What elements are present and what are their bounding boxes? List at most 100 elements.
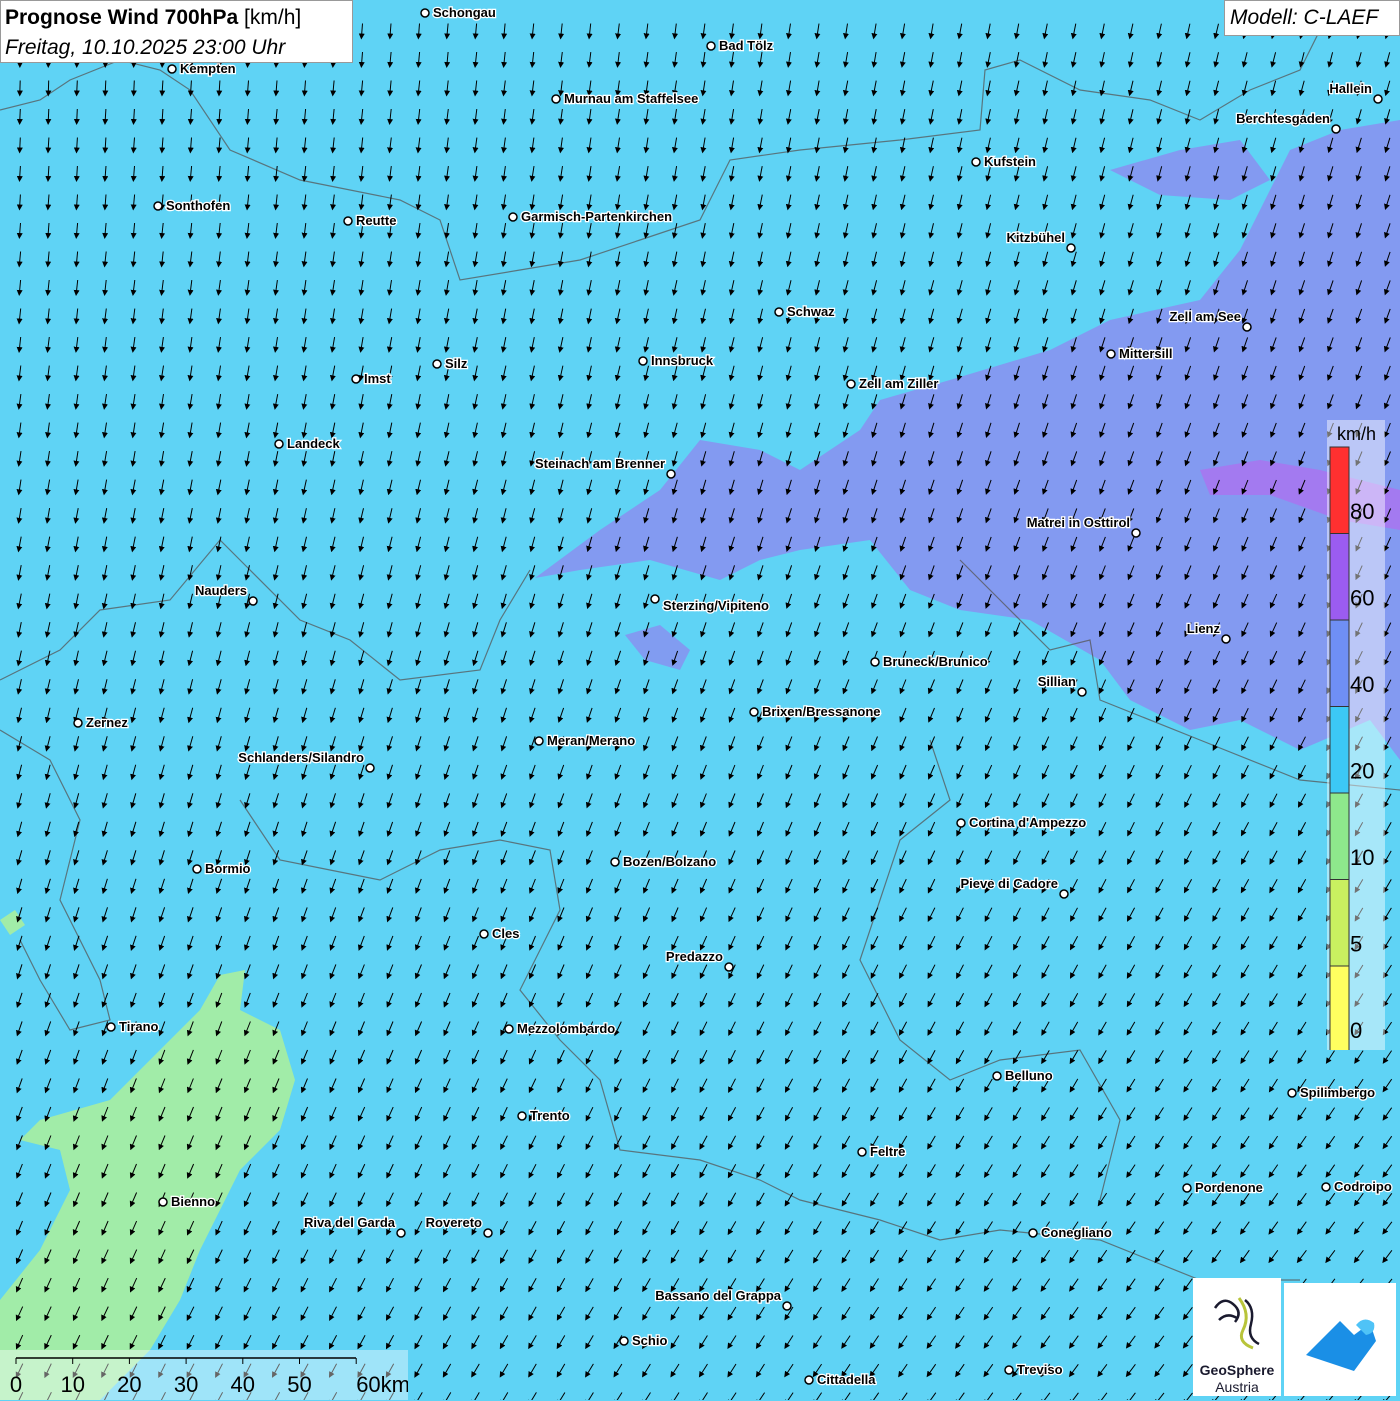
- title-box: Prognose Wind 700hPa [km/h] Freitag, 10.…: [0, 0, 353, 63]
- legend-label: 10: [1350, 845, 1374, 870]
- app-logo: [1284, 1283, 1396, 1396]
- city-marker: Bozen/Bolzano: [611, 854, 716, 869]
- legend-swatch: [1330, 966, 1349, 1050]
- city-label: Murnau am Staffelsee: [564, 91, 698, 106]
- city-label: Reutte: [356, 213, 396, 228]
- city-label: Feltre: [870, 1144, 905, 1159]
- scale-label: 40: [231, 1372, 255, 1397]
- legend-swatch: [1330, 793, 1349, 880]
- city-dot: [433, 360, 441, 368]
- geosphere-logo: GeoSphere Austria: [1193, 1278, 1281, 1396]
- city-dot: [107, 1023, 115, 1031]
- city-label: Schongau: [433, 5, 496, 20]
- city-label: Sillian: [1038, 674, 1076, 689]
- city-label: Bruneck/Brunico: [883, 654, 988, 669]
- city-label: Tirano: [119, 1019, 159, 1034]
- city-label: Zernez: [86, 715, 128, 730]
- city-dot: [535, 737, 543, 745]
- city-marker: Murnau am Staffelsee: [552, 91, 698, 106]
- city-label: Innsbruck: [651, 353, 714, 368]
- city-label: Cittadella: [817, 1372, 876, 1387]
- city-label: Cortina d'Ampezzo: [969, 815, 1086, 830]
- city-marker: Schongau: [421, 5, 496, 20]
- city-marker: Sonthofen: [154, 198, 230, 213]
- city-label: Belluno: [1005, 1068, 1053, 1083]
- city-dot: [352, 375, 360, 383]
- legend-swatch: [1330, 447, 1349, 534]
- city-dot: [154, 202, 162, 210]
- city-dot: [858, 1148, 866, 1156]
- city-dot: [275, 440, 283, 448]
- city-label: Mezzolombardo: [517, 1021, 615, 1036]
- wind-arrow: [20, 138, 21, 151]
- city-dot: [505, 1025, 513, 1033]
- wind-arrow: [77, 109, 78, 122]
- city-marker: Zell am Ziller: [847, 376, 938, 391]
- city-dot: [651, 595, 659, 603]
- wind-arrow: [77, 81, 78, 94]
- city-dot: [74, 719, 82, 727]
- app-logo-icon: [1284, 1283, 1396, 1396]
- city-label: Imst: [364, 371, 391, 386]
- city-dot: [611, 858, 619, 866]
- city-dot: [484, 1229, 492, 1237]
- legend-label: 20: [1350, 759, 1374, 784]
- city-dot: [159, 1198, 167, 1206]
- city-marker: Innsbruck: [639, 353, 714, 368]
- logo-line2: Austria: [1193, 1379, 1281, 1395]
- city-label: Kufstein: [984, 154, 1036, 169]
- city-label: Matrei in Osttirol: [1027, 515, 1130, 530]
- city-dot: [421, 9, 429, 17]
- city-dot: [639, 357, 647, 365]
- city-label: Kitzbühel: [1007, 230, 1066, 245]
- city-dot: [1243, 323, 1251, 331]
- city-label: Brixen/Bressanone: [762, 704, 881, 719]
- city-dot: [1067, 244, 1075, 252]
- city-dot: [193, 865, 201, 873]
- city-dot: [1078, 688, 1086, 696]
- city-label: Berchtesgaden: [1236, 111, 1330, 126]
- city-label: Pieve di Cadore: [960, 876, 1058, 891]
- city-marker: Brixen/Bressanone: [750, 704, 881, 719]
- scale-bar: 0102030405060km: [0, 1350, 408, 1400]
- city-dot: [707, 42, 715, 50]
- city-dot: [509, 213, 517, 221]
- city-label: Bormio: [205, 861, 251, 876]
- wind-map: SchongauBad TölzKemptenMurnau am Staffel…: [0, 0, 1400, 1400]
- city-label: Hallein: [1329, 81, 1372, 96]
- city-dot: [620, 1337, 628, 1345]
- wind-arrow: [20, 109, 21, 122]
- city-label: Bienno: [171, 1194, 215, 1209]
- city-dot: [168, 65, 176, 73]
- legend-bar: 806040201050: [1327, 420, 1385, 1050]
- city-label: Zell am Ziller: [859, 376, 938, 391]
- city-dot: [480, 930, 488, 938]
- wind-arrow: [105, 81, 106, 94]
- city-label: Sonthofen: [166, 198, 230, 213]
- legend-swatch: [1330, 534, 1349, 621]
- city-label: Schwaz: [787, 304, 835, 319]
- city-dot: [1132, 529, 1140, 537]
- color-legend: km/h 806040201050: [1327, 420, 1385, 1050]
- legend-label: 40: [1350, 672, 1374, 697]
- city-dot: [1183, 1184, 1191, 1192]
- legend-swatch: [1330, 707, 1349, 794]
- city-dot: [750, 708, 758, 716]
- scale-label: 50: [287, 1372, 311, 1397]
- legend-label: 60: [1350, 586, 1374, 611]
- city-dot: [993, 1072, 1001, 1080]
- legend-label: 80: [1350, 499, 1374, 524]
- forecast-datetime: Freitag, 10.10.2025 23:00 Uhr: [5, 36, 285, 60]
- city-label: Predazzo: [666, 949, 723, 964]
- city-dot: [972, 158, 980, 166]
- legend-swatch: [1330, 620, 1349, 707]
- city-label: Trento: [530, 1108, 570, 1123]
- city-marker: Bruneck/Brunico: [871, 654, 988, 669]
- city-dot: [783, 1302, 791, 1310]
- city-dot: [847, 380, 855, 388]
- city-dot: [366, 764, 374, 772]
- city-marker: Sterzing/Vipiteno: [651, 595, 769, 613]
- city-label: Landeck: [287, 436, 341, 451]
- wind-arrow: [48, 109, 49, 122]
- legend-label: 0: [1350, 1018, 1362, 1043]
